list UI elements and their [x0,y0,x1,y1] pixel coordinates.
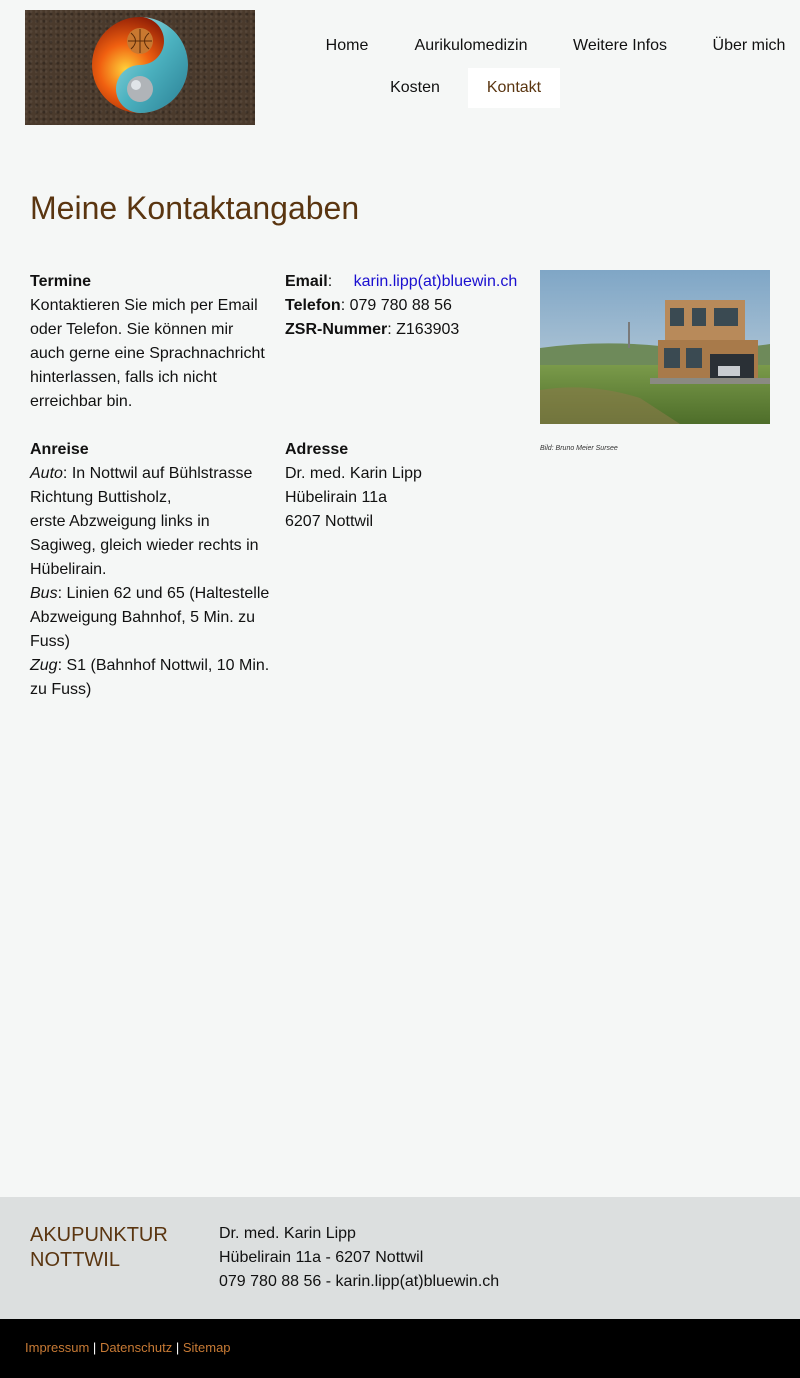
footer-addr-line-3: 079 780 88 56 - karin.lipp(at)bluewin.ch [219,1273,500,1290]
adresse-line-3: 6207 Nottwil [285,513,374,530]
footer-brand-line-1: AKUPUNKTUR [30,1224,168,1246]
termine-section: Termine Kontaktieren Sie mich per Email … [30,270,265,414]
phone-label: Telefon [285,297,341,314]
zsr-value: Z163903 [396,321,460,338]
site-footer: AKUPUNKTUR NOTTWIL Dr. med. Karin Lipp H… [0,1197,800,1319]
impressum-link[interactable]: Impressum [25,1340,89,1355]
anreise-section: Anreise Auto: In Nottwil auf Bühlstrasse… [30,438,270,702]
bus-label: Bus [30,585,58,602]
auto-label: Auto [30,465,63,482]
nav-kosten[interactable]: Kosten [375,68,455,108]
zug-text: : S1 (Bahnhof Nottwil, 10 Min. zu Fuss) [30,657,270,698]
site-header: Home Aurikulomedizin Weitere Infos Über … [0,0,800,130]
page-title: Meine Kontaktangaben [30,190,360,226]
nav-aurikulomedizin[interactable]: Aurikulomedizin [400,26,542,66]
bus-text: : Linien 62 und 65 (Haltestelle Abzweigu… [30,585,270,650]
auto-text-2: erste Abzweigung links in Sagiweg, gleic… [30,513,259,578]
termine-text: Kontaktieren Sie mich per Email oder Tel… [30,297,265,410]
photo-caption: Bild: Bruno Meier Sursee [540,445,618,452]
sitemap-link[interactable]: Sitemap [183,1340,231,1355]
legal-links: Impressum | Datenschutz | Sitemap [25,1340,231,1355]
nav-ueber-mich[interactable]: Über mich [698,26,800,66]
termine-heading: Termine [30,273,92,290]
zug-label: Zug [30,657,58,674]
nav-weitere-infos[interactable]: Weitere Infos [560,26,680,66]
footer-brand: AKUPUNKTUR NOTTWIL [30,1223,200,1273]
footer-addr-line-1: Dr. med. Karin Lipp [219,1225,356,1242]
yin-yang-logo-icon [92,17,188,113]
phone-value: 079 780 88 56 [349,297,452,314]
link-separator: | [175,1340,180,1355]
adresse-section: Adresse Dr. med. Karin Lipp Hübelirain 1… [285,438,525,534]
footer-addr-line-2: Hübelirain 11a - 6207 Nottwil [219,1249,424,1266]
bottom-bar: Impressum | Datenschutz | Sitemap [0,1319,800,1378]
house-photo [540,270,770,424]
footer-address: Dr. med. Karin Lipp Hübelirain 11a - 620… [219,1222,499,1294]
email-label: Email [285,273,328,290]
contact-section: Email: karin.lipp(at)bluewin.ch Telefon:… [285,273,518,338]
auto-text: : In Nottwil auf Bühlstrasse Richtung Bu… [30,465,253,506]
datenschutz-link[interactable]: Datenschutz [100,1340,172,1355]
adresse-heading: Adresse [285,441,349,458]
zsr-label: ZSR-Nummer [285,321,388,338]
link-separator: | [92,1340,97,1355]
nav-kontakt[interactable]: Kontakt [468,68,560,108]
adresse-line-1: Dr. med. Karin Lipp [285,465,422,482]
nav-home[interactable]: Home [312,26,382,66]
adresse-line-2: Hübelirain 11a [285,489,387,506]
footer-brand-line-2: NOTTWIL [30,1249,120,1271]
anreise-heading: Anreise [30,441,89,458]
email-link[interactable]: karin.lipp(at)bluewin.ch [354,273,518,290]
logo[interactable] [25,10,255,125]
